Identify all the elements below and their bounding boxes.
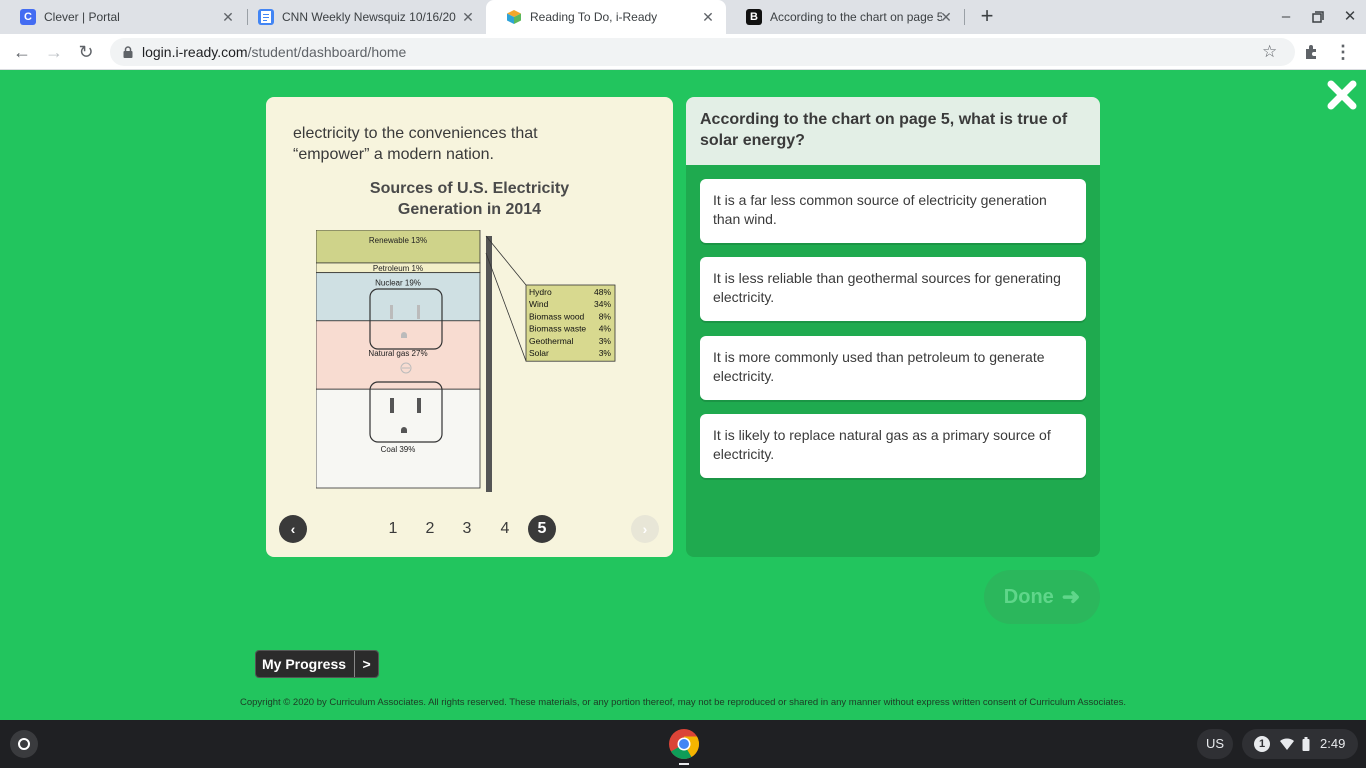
copyright-notice: Copyright © 2020 by Curriculum Associate… bbox=[240, 697, 1126, 708]
page-1-button[interactable]: 1 bbox=[379, 515, 407, 543]
electricity-sources-chart: Renewable 13% Petroleum 1% Nuclear 19% Natu… bbox=[316, 230, 616, 492]
close-window-icon[interactable]: ✕ bbox=[1339, 6, 1361, 28]
bar-shadow bbox=[486, 236, 492, 492]
close-tab-icon[interactable]: ✕ bbox=[460, 9, 476, 25]
bookmark-star-icon[interactable]: ☆ bbox=[1262, 40, 1282, 64]
launcher-icon[interactable] bbox=[10, 730, 38, 758]
my-progress-label: My Progress bbox=[256, 651, 355, 677]
answer-option-4[interactable]: It is likely to replace natural gas as a… bbox=[700, 414, 1086, 478]
breakdown-label: Biomass wood bbox=[529, 311, 585, 321]
battery-icon bbox=[1302, 737, 1310, 751]
chart-title-line: Sources of U.S. Electricity bbox=[369, 180, 570, 197]
tab-bar: C Clever | Portal ✕ CNN Weekly Newsquiz … bbox=[0, 0, 1366, 34]
page-4-button[interactable]: 4 bbox=[491, 515, 519, 543]
page-3-button[interactable]: 3 bbox=[453, 515, 481, 543]
tab-iready[interactable]: Reading To Do, i-Ready ✕ bbox=[486, 0, 726, 34]
status-tray[interactable]: 1 2:49 bbox=[1242, 729, 1358, 759]
done-label: Done bbox=[1003, 585, 1054, 608]
forward-arrow-icon[interactable]: → bbox=[42, 40, 66, 64]
reload-icon[interactable]: ↻ bbox=[74, 40, 98, 64]
my-progress-arrow: > bbox=[354, 651, 379, 677]
docs-favicon-icon bbox=[258, 9, 274, 25]
extensions-puzzle-icon[interactable] bbox=[1302, 40, 1322, 64]
wifi-icon bbox=[1280, 738, 1294, 750]
breakdown-value: 48% bbox=[594, 287, 611, 297]
passage-line: electricity to the conveniences that bbox=[293, 125, 538, 142]
arrow-right-icon: ➜ bbox=[1061, 584, 1081, 609]
running-app-indicator bbox=[679, 763, 689, 765]
breakdown-value: 3% bbox=[599, 336, 612, 346]
minimize-icon[interactable]: – bbox=[1275, 6, 1297, 28]
answer-option-1[interactable]: It is a far less common source of electr… bbox=[700, 179, 1086, 243]
notification-count-badge: 1 bbox=[1254, 736, 1270, 752]
done-button[interactable]: Done ➜ bbox=[984, 570, 1100, 624]
bar-segment-renewable bbox=[316, 230, 481, 264]
close-tab-icon[interactable]: ✕ bbox=[220, 9, 236, 25]
close-tab-icon[interactable]: ✕ bbox=[700, 9, 716, 25]
tab-title: According to the chart on page 5 bbox=[770, 10, 942, 24]
breakdown-label: Solar bbox=[529, 348, 549, 358]
brainly-favicon-icon: B bbox=[746, 9, 762, 25]
chart-title-line: Generation in 2014 bbox=[397, 201, 542, 218]
input-method-indicator[interactable]: US bbox=[1197, 729, 1233, 759]
breakdown-label: Geothermal bbox=[529, 336, 574, 346]
close-lesson-icon[interactable] bbox=[1325, 78, 1359, 112]
lock-icon bbox=[123, 46, 133, 58]
page-navigator: ‹ 1 2 3 4 5 › bbox=[266, 515, 673, 543]
bar-label-renewable: Renewable 13% bbox=[369, 236, 427, 245]
answer-option-3[interactable]: It is more commonly used than petroleum … bbox=[700, 336, 1086, 400]
browser-menu-icon[interactable]: ⋮ bbox=[1334, 40, 1352, 64]
url-host: login.i-ready.com bbox=[142, 44, 248, 60]
browser-toolbar: ← → ↻ login.i-ready.com/student/dashboar… bbox=[0, 34, 1366, 70]
passage-line: “empower” a modern nation. bbox=[293, 146, 494, 163]
clock: 2:49 bbox=[1320, 736, 1346, 751]
breakdown-value: 4% bbox=[599, 324, 612, 334]
chrome-app-icon[interactable] bbox=[668, 728, 700, 760]
page-5-button[interactable]: 5 bbox=[528, 515, 556, 543]
answer-option-2[interactable]: It is less reliable than geothermal sour… bbox=[700, 257, 1086, 321]
breakdown-value: 34% bbox=[594, 299, 611, 309]
iready-cube-icon bbox=[506, 9, 522, 25]
restore-icon[interactable] bbox=[1307, 6, 1329, 28]
page-2-button[interactable]: 2 bbox=[416, 515, 444, 543]
bar-label-coal: Coal 39% bbox=[381, 445, 416, 454]
passage-text: electricity to the conveniences that “em… bbox=[293, 123, 623, 165]
tab-clever[interactable]: C Clever | Portal ✕ bbox=[0, 0, 246, 34]
url-path: /student/dashboard/home bbox=[247, 44, 407, 60]
passage-panel: electricity to the conveniences that “em… bbox=[266, 97, 673, 557]
breakdown-value: 3% bbox=[599, 348, 612, 358]
my-progress-button[interactable]: My Progress > bbox=[255, 650, 380, 678]
previous-page-button[interactable]: ‹ bbox=[279, 515, 307, 543]
chart-title: Sources of U.S. Electricity Generation i… bbox=[336, 178, 603, 220]
question-prompt: According to the chart on page 5, what i… bbox=[686, 97, 1100, 165]
bar-segment-coal bbox=[316, 388, 481, 489]
back-arrow-icon[interactable]: ← bbox=[10, 40, 34, 64]
bar-label-nuclear: Nuclear 19% bbox=[375, 279, 421, 288]
next-page-button[interactable]: › bbox=[631, 515, 659, 543]
breakdown-label: Biomass waste bbox=[529, 324, 586, 334]
tab-separator bbox=[964, 9, 965, 25]
tab-title: Reading To Do, i-Ready bbox=[530, 10, 658, 24]
breakdown-label: Hydro bbox=[529, 287, 552, 297]
question-panel: According to the chart on page 5, what i… bbox=[686, 97, 1100, 557]
breakdown-value: 8% bbox=[599, 311, 612, 321]
bar-label-natural-gas: Natural gas 27% bbox=[368, 349, 427, 358]
new-tab-button[interactable]: + bbox=[975, 5, 999, 29]
tab-cnn-newsquiz[interactable]: CNN Weekly Newsquiz 10/16/20 ✕ bbox=[238, 0, 486, 34]
clever-favicon-icon: C bbox=[20, 9, 36, 25]
bar-label-petroleum: Petroleum 1% bbox=[373, 264, 423, 273]
tab-brainly[interactable]: B According to the chart on page 5 ✕ bbox=[726, 0, 964, 34]
breakdown-label: Wind bbox=[529, 299, 549, 309]
close-tab-icon[interactable]: ✕ bbox=[938, 9, 954, 25]
tab-title: Clever | Portal bbox=[44, 10, 120, 24]
tab-title: CNN Weekly Newsquiz 10/16/20 bbox=[282, 10, 456, 24]
address-bar[interactable]: login.i-ready.com/student/dashboard/home bbox=[110, 38, 1295, 66]
